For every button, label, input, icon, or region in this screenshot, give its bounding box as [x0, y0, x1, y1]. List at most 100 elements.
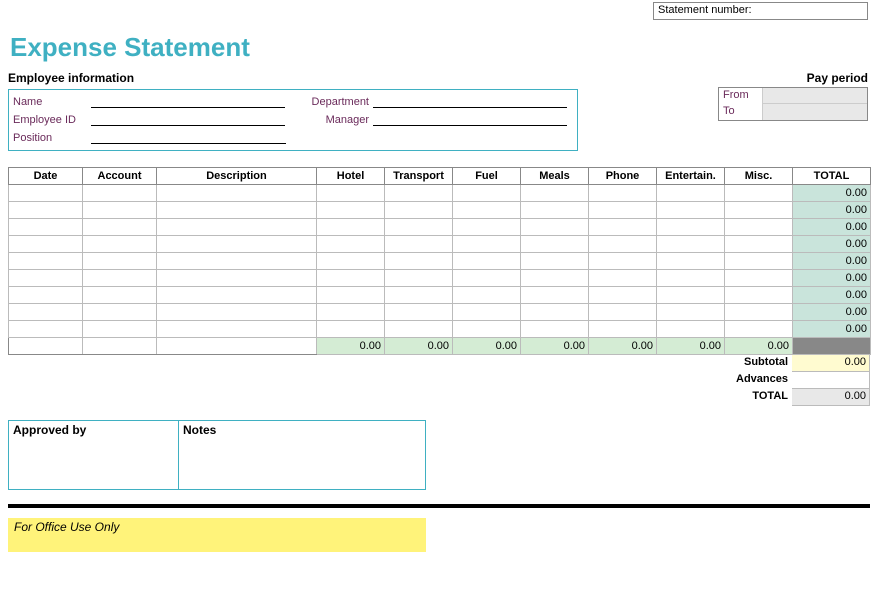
cell[interactable] [725, 236, 793, 253]
name-field[interactable] [91, 94, 285, 108]
cell[interactable] [157, 219, 317, 236]
pay-from-field[interactable] [763, 88, 867, 104]
cell[interactable] [9, 185, 83, 202]
cell[interactable] [657, 236, 725, 253]
cell[interactable] [157, 236, 317, 253]
cell[interactable] [83, 270, 157, 287]
cell[interactable] [521, 270, 589, 287]
cell[interactable] [385, 219, 453, 236]
cell[interactable] [725, 185, 793, 202]
cell[interactable] [521, 287, 589, 304]
employee-id-field[interactable] [91, 112, 285, 126]
cell[interactable] [589, 219, 657, 236]
cell[interactable] [657, 321, 725, 338]
position-field[interactable] [91, 130, 286, 144]
cell[interactable] [83, 304, 157, 321]
cell[interactable] [521, 321, 589, 338]
cell[interactable] [317, 185, 385, 202]
cell[interactable] [589, 185, 657, 202]
cell[interactable] [385, 236, 453, 253]
cell[interactable] [725, 304, 793, 321]
cell[interactable] [453, 287, 521, 304]
cell[interactable] [657, 287, 725, 304]
cell[interactable] [385, 287, 453, 304]
cell[interactable] [657, 202, 725, 219]
cell[interactable] [521, 236, 589, 253]
cell[interactable] [9, 236, 83, 253]
cell[interactable] [317, 236, 385, 253]
cell[interactable] [521, 304, 589, 321]
cell[interactable] [9, 321, 83, 338]
cell[interactable] [725, 321, 793, 338]
cell[interactable] [453, 202, 521, 219]
cell[interactable] [657, 304, 725, 321]
pay-to-field[interactable] [763, 104, 867, 120]
cell[interactable] [589, 321, 657, 338]
cell[interactable] [83, 287, 157, 304]
cell[interactable] [725, 219, 793, 236]
cell[interactable] [83, 321, 157, 338]
cell[interactable] [9, 202, 83, 219]
cell[interactable] [589, 270, 657, 287]
cell[interactable] [453, 321, 521, 338]
cell[interactable] [453, 304, 521, 321]
cell[interactable] [83, 219, 157, 236]
cell[interactable] [657, 219, 725, 236]
cell[interactable] [589, 202, 657, 219]
cell[interactable] [453, 185, 521, 202]
cell[interactable] [385, 185, 453, 202]
cell[interactable] [157, 287, 317, 304]
cell[interactable] [385, 202, 453, 219]
cell[interactable] [521, 185, 589, 202]
cell[interactable] [83, 253, 157, 270]
cell[interactable] [725, 253, 793, 270]
statement-number-box[interactable]: Statement number: [653, 2, 868, 20]
cell[interactable] [9, 253, 83, 270]
cell[interactable] [385, 270, 453, 287]
cell[interactable] [657, 185, 725, 202]
cell[interactable] [317, 304, 385, 321]
approved-by-field[interactable] [9, 439, 178, 487]
cell[interactable] [521, 219, 589, 236]
cell[interactable] [657, 270, 725, 287]
notes-field[interactable] [179, 439, 425, 487]
cell[interactable] [9, 304, 83, 321]
cell[interactable] [9, 270, 83, 287]
cell[interactable] [725, 287, 793, 304]
cell[interactable] [83, 236, 157, 253]
cell[interactable] [317, 287, 385, 304]
cell[interactable] [83, 185, 157, 202]
department-field[interactable] [373, 94, 567, 108]
cell[interactable] [453, 219, 521, 236]
cell[interactable] [385, 321, 453, 338]
cell[interactable] [453, 236, 521, 253]
cell[interactable] [157, 185, 317, 202]
cell[interactable] [453, 270, 521, 287]
cell[interactable] [453, 253, 521, 270]
cell[interactable] [725, 202, 793, 219]
cell[interactable] [657, 253, 725, 270]
cell[interactable] [521, 202, 589, 219]
cell[interactable] [317, 202, 385, 219]
cell[interactable] [157, 321, 317, 338]
cell[interactable] [9, 219, 83, 236]
cell[interactable] [157, 270, 317, 287]
cell[interactable] [83, 202, 157, 219]
cell[interactable] [589, 236, 657, 253]
cell[interactable] [317, 270, 385, 287]
cell[interactable] [157, 253, 317, 270]
cell[interactable] [589, 287, 657, 304]
cell[interactable] [725, 270, 793, 287]
cell[interactable] [157, 304, 317, 321]
cell[interactable] [9, 287, 83, 304]
cell[interactable] [589, 253, 657, 270]
advances-value[interactable] [792, 372, 870, 389]
cell[interactable] [589, 304, 657, 321]
manager-field[interactable] [373, 112, 567, 126]
cell[interactable] [385, 304, 453, 321]
cell[interactable] [157, 202, 317, 219]
cell[interactable] [317, 253, 385, 270]
cell[interactable] [317, 219, 385, 236]
cell[interactable] [385, 253, 453, 270]
cell[interactable] [317, 321, 385, 338]
